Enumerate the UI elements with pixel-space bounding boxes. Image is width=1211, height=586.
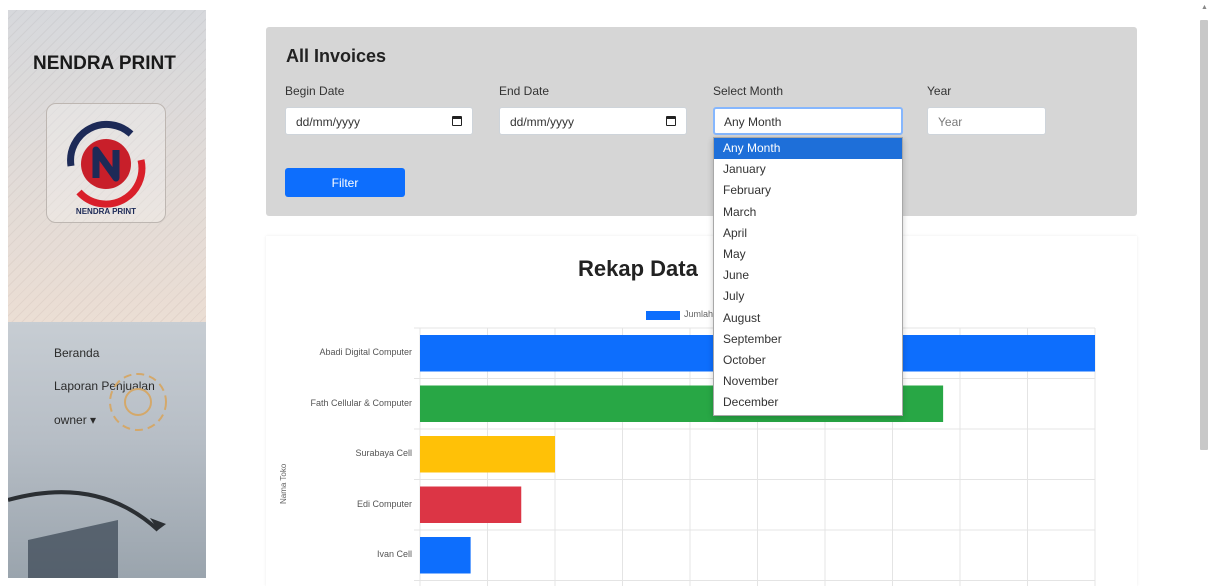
nav-beranda[interactable]: Beranda (54, 346, 99, 360)
month-option[interactable]: June (714, 265, 902, 286)
filter-button[interactable]: Filter (285, 168, 405, 197)
page-scrollbar[interactable]: ▲ (1197, 0, 1211, 578)
begin-date-label: Begin Date (285, 84, 345, 98)
end-date-value: dd/mm/yyyy (510, 115, 575, 129)
end-date-input[interactable]: dd/mm/yyyy (499, 107, 687, 135)
month-option[interactable]: August (714, 308, 902, 329)
arc-decoration-icon (8, 490, 166, 578)
filter-panel: All Invoices Begin Date End Date Select … (266, 27, 1137, 216)
year-placeholder: Year (938, 115, 963, 129)
month-option[interactable]: March (714, 202, 902, 223)
logo-caption: NENDRA PRINT (75, 207, 137, 216)
month-option[interactable]: April (714, 223, 902, 244)
panel-title: All Invoices (286, 46, 387, 66)
month-option[interactable]: May (714, 244, 902, 265)
bar-chart (414, 327, 1096, 586)
bar[interactable] (420, 436, 555, 473)
calendar-icon[interactable] (452, 116, 462, 126)
chart-card: Rekap Data Jumlah Nama Toko Abadi Digita… (266, 236, 1137, 586)
year-input[interactable]: Year (927, 107, 1046, 135)
logo-icon (67, 121, 146, 208)
month-option[interactable]: December (714, 392, 902, 413)
month-option[interactable]: January (714, 159, 902, 180)
end-date-label: End Date (499, 84, 550, 98)
brand-logo[interactable]: NENDRA PRINT (46, 103, 166, 223)
month-option[interactable]: Any Month (714, 138, 902, 160)
select-month-label: Select Month (713, 84, 784, 98)
begin-date-value: dd/mm/yyyy (296, 115, 361, 129)
bar[interactable] (420, 537, 471, 574)
brand-title: NENDRA PRINT (33, 53, 176, 74)
year-label: Year (927, 84, 952, 98)
month-option[interactable]: November (714, 371, 902, 392)
begin-date-input[interactable]: dd/mm/yyyy (285, 107, 473, 135)
gear-decoration-icon (109, 373, 167, 431)
month-dropdown-list[interactable]: Any Month January February March April May Jun… (713, 137, 903, 416)
bar[interactable] (420, 486, 522, 524)
month-select-value: Any Month (724, 115, 782, 129)
month-option[interactable]: February (714, 180, 902, 201)
month-option[interactable]: October (714, 350, 902, 371)
month-select[interactable]: Any Month (713, 107, 903, 135)
scroll-up-icon[interactable]: ▲ (1201, 4, 1208, 11)
month-option[interactable]: September (714, 329, 902, 350)
nav-owner-dropdown[interactable]: owner ▾ (54, 413, 96, 427)
calendar-icon[interactable] (666, 116, 676, 126)
sidebar: NENDRA PRINT NENDRA PRINT Beranda Lapora… (8, 10, 206, 578)
month-option[interactable]: July (714, 286, 902, 307)
scrollbar-thumb[interactable] (1200, 20, 1208, 450)
